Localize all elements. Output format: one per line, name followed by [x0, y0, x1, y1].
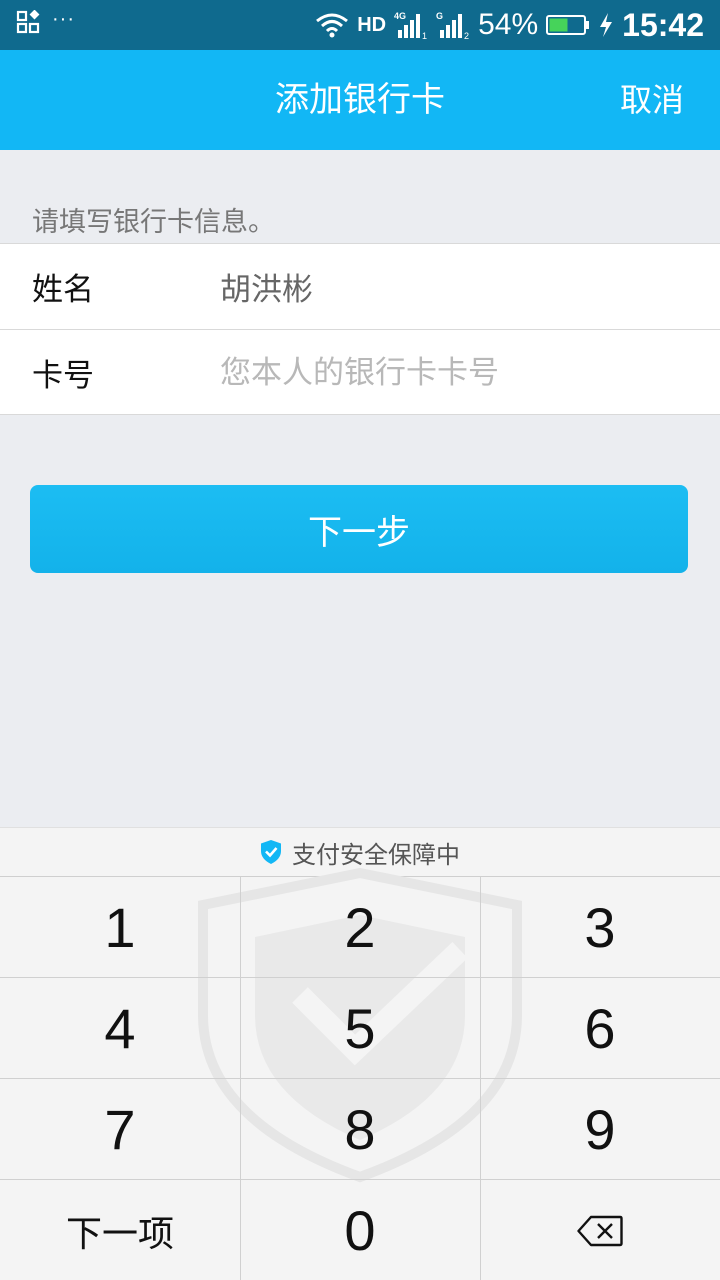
clock-time: 15:42: [622, 6, 704, 43]
next-step-button[interactable]: 下一步: [30, 485, 688, 573]
app-header: 添加银行卡 取消: [0, 50, 720, 150]
keypad: 1 2 3 4 5 6 7 8 9 下一项 0: [0, 877, 720, 1280]
name-label: 姓名: [32, 272, 94, 308]
status-bar-right: HD 4G 1 G 2 54% 15:42: [315, 6, 704, 44]
form-hint: 请填写银行卡信息。: [32, 207, 275, 238]
card-number-label: 卡号: [32, 358, 94, 394]
security-banner: 支付安全保障中: [0, 827, 720, 877]
name-value: 胡洪彬: [220, 272, 313, 308]
page-title: 添加银行卡: [275, 80, 445, 120]
security-text: 支付安全保障中: [292, 840, 460, 869]
more-notifications-icon: ···: [52, 8, 75, 30]
key-7[interactable]: 7: [0, 1079, 240, 1180]
key-5[interactable]: 5: [240, 978, 480, 1079]
status-bar-left: ···: [16, 8, 75, 34]
backspace-key[interactable]: [480, 1180, 720, 1280]
next-field-key[interactable]: 下一项: [0, 1180, 240, 1280]
key-9[interactable]: 9: [480, 1079, 720, 1180]
key-3[interactable]: 3: [480, 877, 720, 978]
battery-percentage: 54%: [478, 8, 539, 41]
signal-4g-icon: 4G 1: [394, 11, 427, 40]
name-row: 姓名 胡洪彬: [0, 244, 720, 329]
signal-g-label: G: [436, 11, 443, 21]
key-4[interactable]: 4: [0, 978, 240, 1079]
battery-icon: [546, 15, 590, 35]
card-number-input[interactable]: [220, 354, 680, 391]
sim2-label: 2: [464, 31, 469, 40]
backspace-icon: [577, 1215, 623, 1246]
status-bar: ··· HD 4G 1 G 2 54% 15:42: [0, 0, 720, 50]
bank-card-form: 姓名 胡洪彬 卡号: [0, 243, 720, 415]
sim1-label: 1: [422, 31, 427, 40]
signal-4g-label: 4G: [394, 11, 406, 21]
shield-check-icon: [261, 840, 281, 864]
key-2[interactable]: 2: [240, 877, 480, 978]
app-grid-icon: [16, 10, 40, 34]
signal-g-icon: G 2: [436, 11, 469, 40]
wifi-icon: [316, 13, 349, 38]
key-0[interactable]: 0: [240, 1180, 480, 1280]
key-1[interactable]: 1: [0, 877, 240, 978]
hd-indicator: HD: [357, 13, 387, 36]
cancel-button[interactable]: 取消: [620, 50, 684, 150]
charging-icon: [600, 13, 613, 37]
key-6[interactable]: 6: [480, 978, 720, 1079]
card-number-row[interactable]: 卡号: [0, 330, 720, 415]
key-8[interactable]: 8: [240, 1079, 480, 1180]
